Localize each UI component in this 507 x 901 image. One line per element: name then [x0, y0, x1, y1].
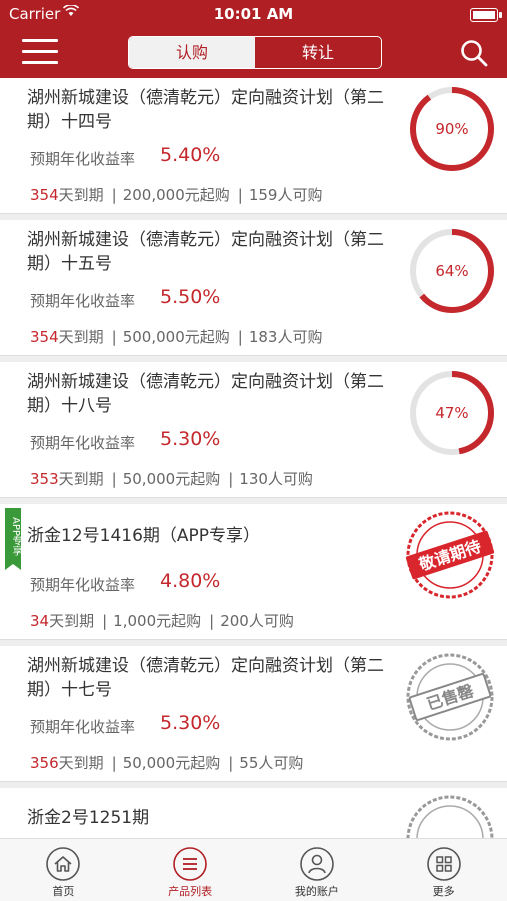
search-button[interactable] [459, 38, 489, 68]
progress-ring: 47% [410, 371, 494, 455]
app-exclusive-badge: APP专享 [5, 508, 21, 570]
product-meta: 353天到期 | 50,000元起购 | 130人可购 [30, 470, 313, 488]
product-title: 浙金2号1251期 [27, 808, 150, 828]
tab-my-account[interactable]: 我的账户 [254, 839, 381, 901]
svg-text:敬请期待: 敬请期待 [416, 537, 484, 575]
segmented-control: 认购 转让 [128, 36, 382, 69]
menu-icon [22, 39, 58, 42]
bottom-tab-bar: 首页 产品列表 我的账户 更多 [0, 838, 507, 901]
product-meta: 356天到期 | 50,000元起购 | 55人可购 [30, 754, 304, 772]
rate-value: 5.40% [160, 144, 221, 166]
rate-value: 4.80% [160, 570, 221, 592]
product-card[interactable]: 浙金2号1251期 [0, 788, 507, 838]
tab-more[interactable]: 更多 [380, 839, 507, 901]
rate-label: 预期年化收益率 [30, 576, 136, 594]
list-icon [173, 847, 207, 881]
product-meta: 34天到期 | 1,000元起购 | 200人可购 [30, 612, 294, 630]
tab-label: 产品列表 [168, 885, 213, 898]
rate-value: 5.30% [160, 428, 221, 450]
product-title: 浙金12号1416期（APP专享） [27, 526, 261, 546]
rate-label: 预期年化收益率 [30, 434, 136, 452]
rate-value: 5.50% [160, 286, 221, 308]
product-title: 湖州新城建设（德清乾元）定向融资计划（第二期）十七号 [27, 656, 384, 700]
progress-ring: 64% [410, 229, 494, 313]
progress-text: 90% [435, 120, 468, 138]
coming-soon-stamp: 敬请期待 [405, 511, 495, 599]
user-icon [300, 847, 334, 881]
product-card[interactable]: APP专享 浙金12号1416期（APP专享） 预期年化收益率 4.80% 34… [0, 504, 507, 640]
product-meta: 354天到期 | 500,000元起购 | 183人可购 [30, 328, 323, 346]
battery-icon [470, 8, 502, 22]
status-time: 10:01 AM [213, 5, 294, 23]
tab-subscribe[interactable]: 认购 [129, 37, 255, 68]
status-bar: Carrier 10:01 AM [0, 0, 507, 28]
tab-label: 首页 [52, 885, 75, 898]
product-list: 湖州新城建设（德清乾元）定向融资计划（第二期）十四号 预期年化收益率 5.40%… [0, 78, 507, 838]
tab-product-list[interactable]: 产品列表 [127, 839, 254, 901]
product-title: 湖州新城建设（德清乾元）定向融资计划（第二期）十四号 [27, 88, 384, 132]
product-card[interactable]: 湖州新城建设（德清乾元）定向融资计划（第二期）十四号 预期年化收益率 5.40%… [0, 78, 507, 214]
nav-bar: 认购 转让 [0, 28, 507, 78]
tab-label: 我的账户 [294, 885, 339, 898]
product-card[interactable]: 湖州新城建设（德清乾元）定向融资计划（第二期）十八号 预期年化收益率 5.30%… [0, 362, 507, 498]
rate-label: 预期年化收益率 [30, 150, 136, 168]
product-title: 湖州新城建设（德清乾元）定向融资计划（第二期）十八号 [27, 372, 384, 416]
tab-label: 更多 [432, 885, 455, 898]
home-icon [46, 847, 81, 881]
product-card[interactable]: 湖州新城建设（德清乾元）定向融资计划（第二期）十五号 预期年化收益率 5.50%… [0, 220, 507, 356]
grid-icon [426, 847, 461, 881]
progress-text: 47% [435, 404, 468, 422]
menu-button[interactable] [22, 39, 58, 67]
search-icon [461, 40, 488, 67]
sold-out-stamp: 已售罄 [406, 653, 494, 741]
sold-out-stamp [406, 795, 494, 838]
rate-label: 预期年化收益率 [30, 292, 136, 310]
progress-ring: 90% [410, 87, 494, 171]
rate-value: 5.30% [160, 712, 221, 734]
product-meta: 354天到期 | 200,000元起购 | 159人可购 [30, 186, 323, 204]
product-title: 湖州新城建设（德清乾元）定向融资计划（第二期）十五号 [27, 230, 384, 274]
tab-home[interactable]: 首页 [0, 839, 127, 901]
product-card[interactable]: 湖州新城建设（德清乾元）定向融资计划（第二期）十七号 预期年化收益率 5.30%… [0, 646, 507, 782]
progress-text: 64% [435, 262, 468, 280]
rate-label: 预期年化收益率 [30, 718, 136, 736]
tab-transfer[interactable]: 转让 [255, 37, 381, 68]
